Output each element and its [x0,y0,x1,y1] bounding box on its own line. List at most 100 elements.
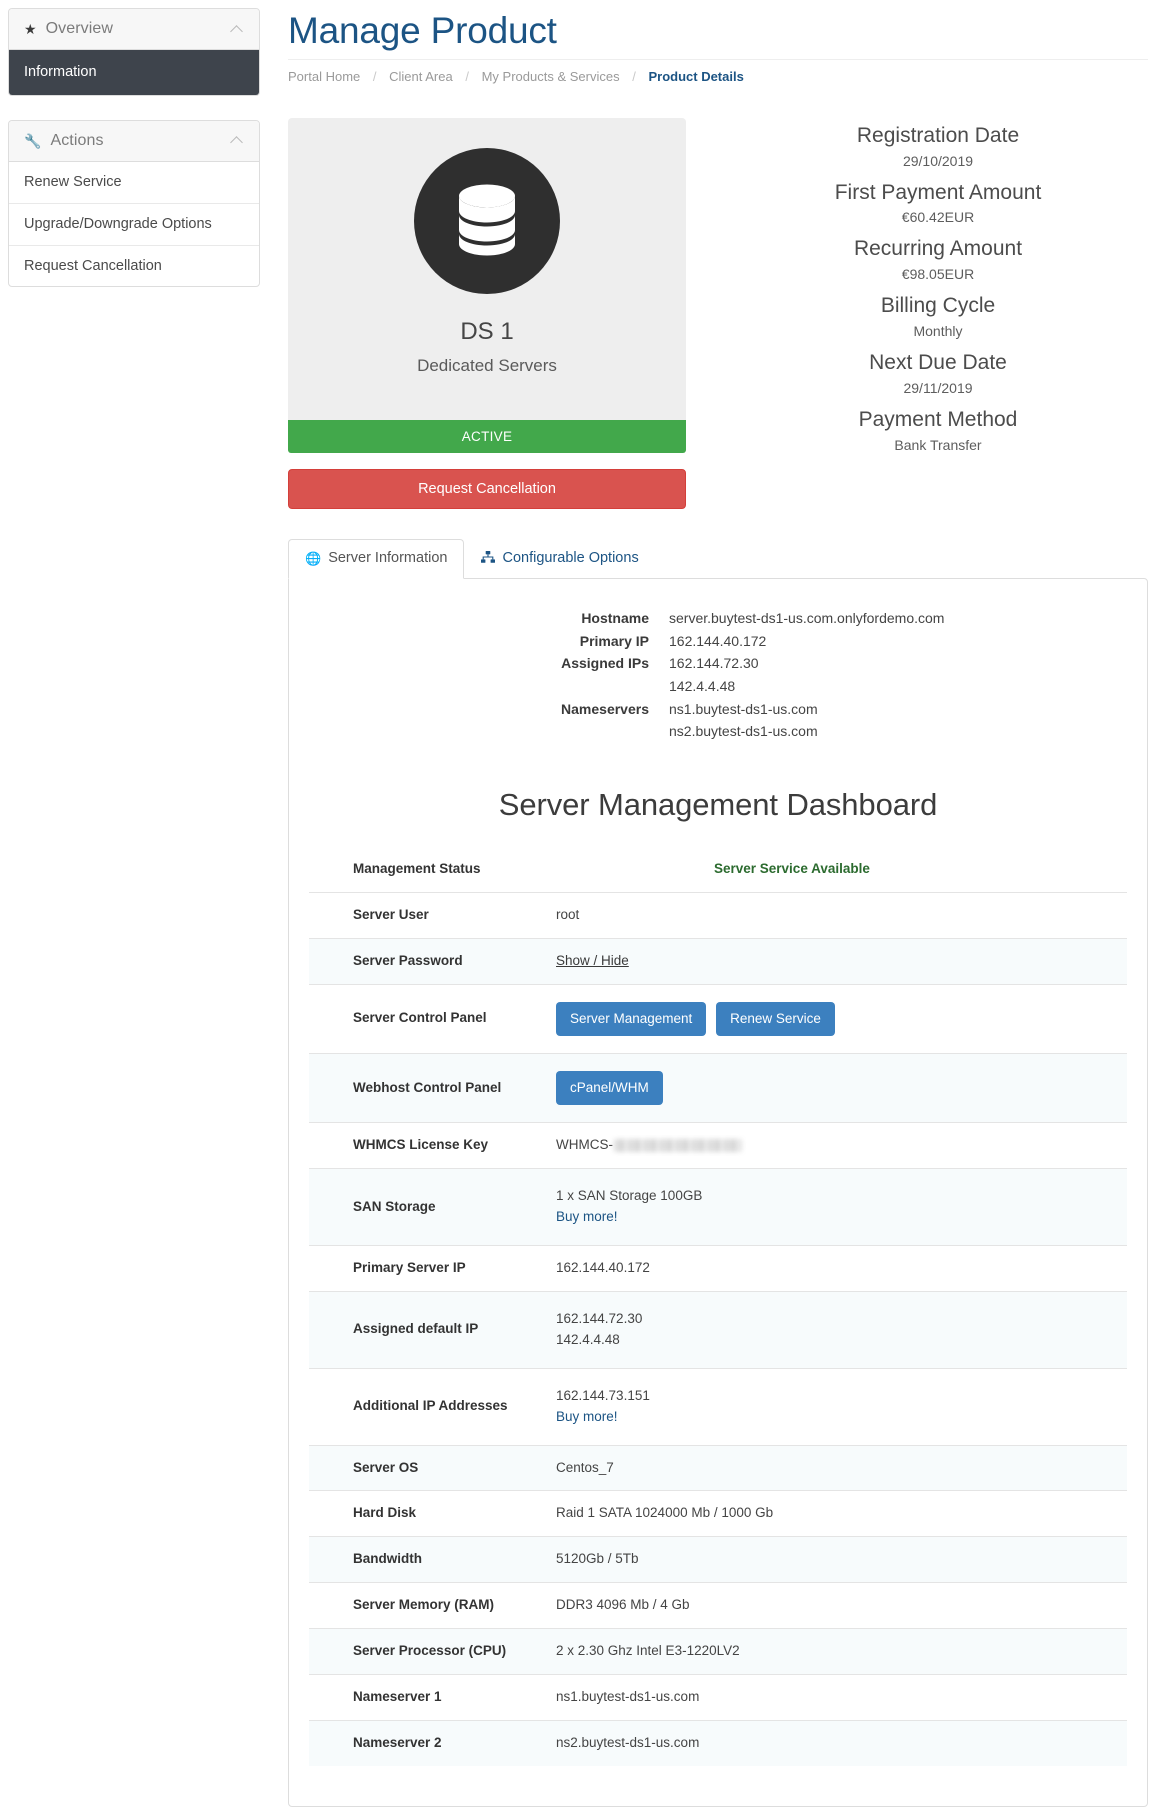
database-icon [414,147,560,294]
recurring-amount-label: Recurring Amount [853,237,1023,261]
sidebar-item-information[interactable]: Information [9,50,259,95]
column-header-management-status: Management Status [353,860,481,876]
chevron-up-icon[interactable] [231,134,244,147]
tab-configurable-options[interactable]: Configurable Options [464,539,655,579]
row-key-assigned-default-ip: Assigned default IP [309,1290,544,1369]
sidebar-item-upgrade-downgrade[interactable]: Upgrade/Downgrade Options [9,202,259,245]
server-information-labels: Hostname Primary IP Assigned IPs Nameser… [509,607,649,743]
breadcrumb: Portal Home / Client Area / My Products … [288,58,1148,84]
sidebar-overview-list: Information [9,50,259,95]
star-icon: ★ [24,21,37,37]
table-row: SAN Storage 1 x SAN Storage 100GB Buy mo… [309,1168,1127,1246]
table-row: Server Control Panel Server Management R… [309,983,1127,1054]
row-value-server-os: Centos_7 [544,1444,1127,1491]
row-key-server-user: Server User [309,891,544,939]
assigned-ip-1-value: 162.144.72.30 [669,655,759,672]
table-row: Additional IP Addresses 162.144.73.151 B… [309,1367,1127,1446]
globe-icon: 🌐 [305,550,322,566]
row-value-server-processor: 2 x 2.30 Ghz Intel E3-1220LV2 [544,1628,1127,1675]
san-storage-buy-more-link[interactable]: Buy more! [556,1209,618,1224]
sidebar-item-request-cancellation[interactable]: Request Cancellation [9,244,259,287]
whmcs-license-prefix: WHMCS- [556,1137,613,1153]
sitemap-icon [481,551,496,565]
row-key-whmcs-license-key: WHMCS License Key [309,1122,544,1169]
breadcrumb-client-area[interactable]: Client Area [389,69,453,84]
chevron-up-icon[interactable] [231,23,244,36]
sidebar-panel-actions: 🔧 Actions Renew Service Upgrade/Downgrad… [8,119,260,288]
nameserver-2-value: ns2.buytest-ds1-us.com [669,723,818,740]
hostname-label: Hostname [581,609,649,626]
table-row: WHMCS License Key WHMCS- [309,1122,1127,1169]
row-value-server-user: root [544,891,1127,939]
tab-server-information[interactable]: 🌐 Server Information [288,538,465,579]
row-value-bandwidth: 5120Gb / 5Tb [544,1536,1127,1583]
show-hide-password-link[interactable]: Show / Hide [556,953,629,968]
table-row: Webhost Control Panel cPanel/WHM [309,1052,1127,1123]
registration-date-label: Registration Date [856,123,1020,147]
row-key-server-memory: Server Memory (RAM) [309,1582,544,1629]
row-value-hard-disk: Raid 1 SATA 1024000 Mb / 1000 Gb [544,1490,1127,1537]
product-summary-row: DS 1 Dedicated Servers ACTIVE Request Ca… [288,117,1148,509]
breadcrumb-product-details: Product Details [648,68,744,84]
main-content: Manage Product Portal Home / Client Area… [288,0,1148,1807]
table-row: Nameserver 1 ns1.buytest-ds1-us.com [309,1674,1127,1721]
first-payment-amount-value: €60.42EUR [901,209,975,226]
nameserver-1-value: ns1.buytest-ds1-us.com [669,700,818,717]
recurring-amount-value: €98.05EUR [901,266,975,283]
row-value-assigned-default-ip: 162.144.72.30 142.4.4.48 [544,1290,1127,1369]
server-management-button[interactable]: Server Management [556,1001,707,1036]
tab-server-information-label: Server Information [328,549,448,566]
wrench-icon: 🔧 [24,132,42,149]
sidebar-actions-list: Renew Service Upgrade/Downgrade Options … [9,162,259,287]
row-value-server-control-panel: Server Management Renew Service [544,983,1127,1054]
assigned-ips-label: Assigned IPs [561,655,649,672]
table-row: Server Memory (RAM) DDR3 4096 Mb / 4 Gb [309,1582,1127,1629]
column-header-server-service-available: Server Service Available [714,860,870,876]
sidebar-actions-title: Actions [50,131,104,149]
additional-ip-value: 162.144.73.151 [556,1387,650,1403]
breadcrumb-my-products-services[interactable]: My Products & Services [482,69,620,84]
row-key-san-storage: SAN Storage [309,1168,544,1246]
assigned-ip-2-value: 142.4.4.48 [669,677,736,694]
table-head: Management Status Server Service Availab… [309,851,1127,893]
nameservers-label: Nameservers [561,700,649,717]
table-header-row: Management Status Server Service Availab… [309,851,1127,893]
billing-summary: Registration Date 29/10/2019 First Payme… [686,118,1148,509]
sidebar-overview-title: Overview [45,20,114,37]
first-payment-amount-label: First Payment Amount [834,180,1042,204]
row-value-nameserver-1: ns1.buytest-ds1-us.com [544,1674,1127,1721]
row-value-additional-ip-addresses: 162.144.73.151 Buy more! [544,1367,1127,1446]
row-value-webhost-control-panel: cPanel/WHM [544,1052,1127,1123]
sidebar-overview-header[interactable]: ★ Overview [9,9,259,50]
breadcrumb-separator: / [372,68,377,84]
table-row: Nameserver 2 ns2.buytest-ds1-us.com [309,1720,1127,1767]
server-information-block: Hostname Primary IP Assigned IPs Nameser… [309,607,1127,743]
whmcs-license-redacted [614,1139,742,1153]
additional-ip-buy-more-link[interactable]: Buy more! [556,1409,618,1424]
tab-list: 🌐 Server Information Configurable Option… [288,538,1148,579]
row-value-server-password: Show / Hide [544,937,1127,985]
sidebar-item-renew-service[interactable]: Renew Service [9,162,259,203]
row-key-additional-ip-addresses: Additional IP Addresses [309,1367,544,1446]
request-cancellation-button[interactable]: Request Cancellation [288,468,686,509]
page-title: Manage Product [288,10,557,51]
dashboard-title: Server Management Dashboard [498,786,938,822]
table-row: Bandwidth 5120Gb / 5Tb [309,1536,1127,1583]
table-row: Assigned default IP 162.144.72.30 142.4.… [309,1290,1127,1369]
row-value-san-storage: 1 x SAN Storage 100GB Buy more! [544,1168,1127,1246]
sidebar-panel-overview: ★ Overview Information [8,8,260,96]
renew-service-button[interactable]: Renew Service [716,1001,835,1036]
payment-method-label: Payment Method [858,408,1018,432]
sidebar-actions-header[interactable]: 🔧 Actions [9,120,259,162]
row-key-server-os: Server OS [309,1444,544,1491]
next-due-date-label: Next Due Date [869,351,1007,375]
tab-panel-server-information: Hostname Primary IP Assigned IPs Nameser… [288,577,1148,1807]
breadcrumb-portal-home[interactable]: Portal Home [288,69,360,84]
product-name: DS 1 [460,317,514,345]
primary-ip-label: Primary IP [579,632,649,649]
assigned-default-ip-1: 162.144.72.30 [556,1310,643,1326]
row-key-nameserver-2: Nameserver 2 [309,1720,544,1767]
row-key-primary-server-ip: Primary Server IP [309,1244,544,1292]
cpanel-whm-button[interactable]: cPanel/WHM [556,1071,663,1106]
billing-cycle-label: Billing Cycle [880,294,996,318]
